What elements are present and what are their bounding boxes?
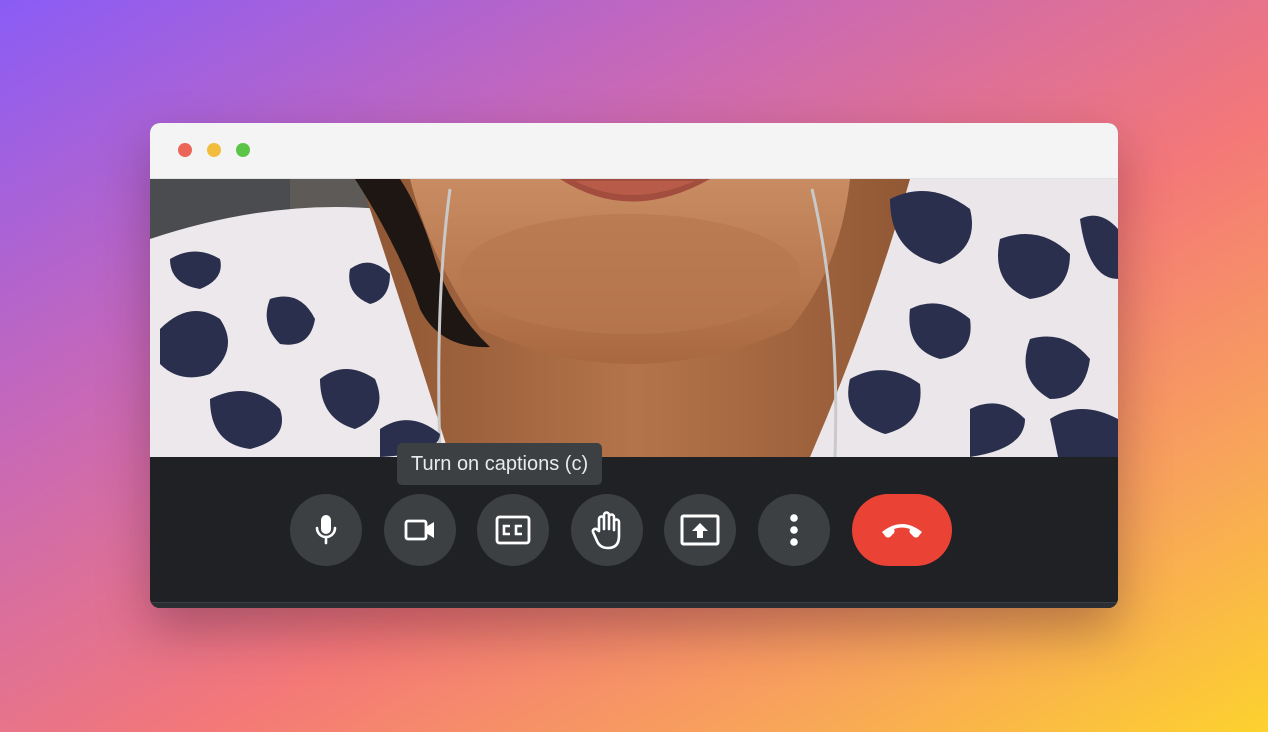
participant-video-frame bbox=[150, 179, 1118, 457]
more-vertical-icon bbox=[790, 514, 798, 546]
participant-video bbox=[150, 179, 1118, 457]
closed-captions-icon bbox=[495, 515, 531, 545]
window-titlebar bbox=[150, 123, 1118, 179]
microphone-icon bbox=[315, 515, 337, 545]
captions-button[interactable] bbox=[477, 494, 549, 566]
microphone-button[interactable] bbox=[290, 494, 362, 566]
present-screen-button[interactable] bbox=[664, 494, 736, 566]
close-window-button[interactable] bbox=[178, 143, 192, 157]
end-call-button[interactable] bbox=[852, 494, 952, 566]
video-camera-icon bbox=[404, 519, 434, 541]
controls-bottom-edge bbox=[150, 602, 1118, 608]
hand-icon bbox=[591, 511, 621, 550]
meeting-window: Turn on captions (c) bbox=[150, 123, 1118, 608]
call-controls-bar: Turn on captions (c) bbox=[150, 443, 1118, 608]
zoom-window-button[interactable] bbox=[236, 143, 250, 157]
captions-tooltip: Turn on captions (c) bbox=[397, 443, 603, 485]
minimize-window-button[interactable] bbox=[207, 143, 221, 157]
end-call-icon bbox=[882, 524, 922, 538]
camera-button[interactable] bbox=[384, 494, 456, 566]
present-screen-icon bbox=[680, 514, 720, 546]
more-options-button[interactable] bbox=[758, 494, 830, 566]
raise-hand-button[interactable] bbox=[571, 494, 643, 566]
